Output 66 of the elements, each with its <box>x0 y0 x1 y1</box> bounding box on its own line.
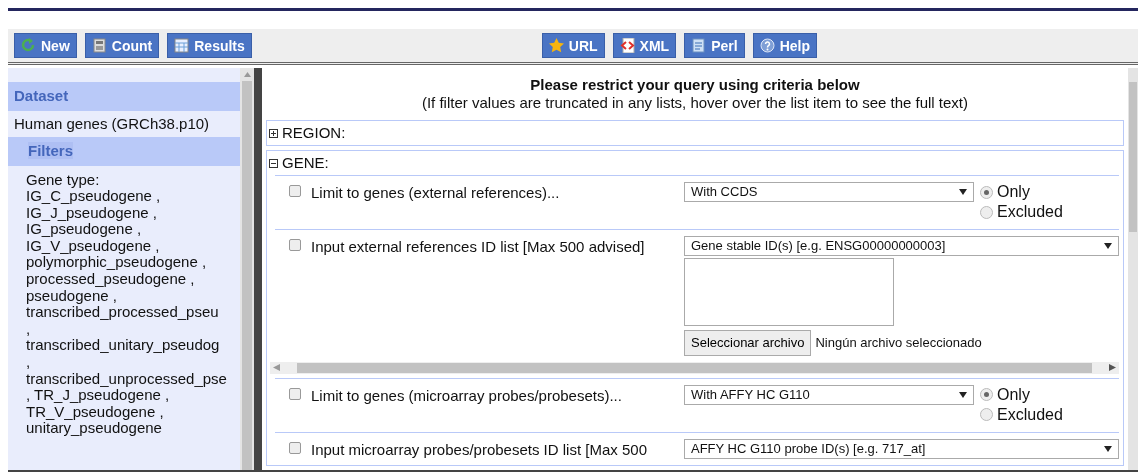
horizontal-scrollbar[interactable] <box>270 361 1119 374</box>
filter-value: polymorphic_pseudogene , <box>26 254 208 272</box>
checkbox[interactable] <box>289 185 301 197</box>
toolbar-button[interactable]: Perl <box>684 33 745 58</box>
page-title: Please restrict your query using criteria below <box>529 76 861 94</box>
refresh-icon <box>21 38 36 53</box>
dataset-name: Human genes (GRCh38.p10) <box>13 113 211 134</box>
filter-value: , <box>26 354 32 371</box>
dropdown-caret-icon <box>1104 243 1112 249</box>
filter-value: pseudogene , <box>26 287 117 305</box>
radio-option[interactable]: Excluded <box>980 202 1063 222</box>
select-field[interactable]: Gene stable ID(s) [e.g. ENSG00000000003] <box>684 236 1119 256</box>
select-field[interactable]: With CCDS <box>684 182 974 202</box>
scroll-left-icon[interactable] <box>273 364 280 371</box>
checkbox[interactable] <box>289 441 301 454</box>
calculator-icon <box>91 38 107 53</box>
filter-label: Input microarray probes/probesets ID list [Max 500 <box>311 439 647 460</box>
filter-value: , <box>26 320 31 338</box>
filter-label: Limit to genes (external references)... <box>311 183 560 203</box>
filter-value: Gene type: <box>26 171 101 189</box>
dropdown-caret-icon <box>959 391 967 398</box>
toolbar-button[interactable]: Results <box>167 33 252 58</box>
checkbox[interactable] <box>289 239 301 251</box>
file-button[interactable]: Seleccionar archivo <box>684 330 812 356</box>
filter-value: IG_pseudogene , <box>26 221 142 238</box>
page-subtitle: (If filter values are truncated in any lists, hover over the list item to see the full text) <box>420 94 970 112</box>
filter-value: , TR_J_pseudogene , <box>26 387 170 404</box>
select-field[interactable]: AFFY HC G110 probe ID(s) [e.g. 717_at] <box>684 438 1119 459</box>
scrollbar[interactable] <box>240 68 254 470</box>
toolbar-button[interactable]: Help <box>752 33 817 58</box>
filter-label: Input external references ID list [Max 500 advised] <box>311 237 645 257</box>
scrollbar[interactable] <box>1128 68 1138 470</box>
filter-value: transcribed_processed_pseu <box>26 304 220 321</box>
text-area[interactable] <box>684 258 894 326</box>
file-status: Ningún archivo seleccionado <box>815 334 982 352</box>
dropdown-caret-icon <box>1104 445 1112 452</box>
toolbar-button[interactable]: URL <box>541 33 605 58</box>
dropdown-caret-icon <box>959 189 967 195</box>
radio-option[interactable]: Only <box>980 384 1063 405</box>
toolbar-button[interactable]: XML <box>612 33 677 58</box>
collapse-icon[interactable] <box>269 158 278 168</box>
filter-value: IG_V_pseudogene , <box>26 237 161 255</box>
filter-value: transcribed_unprocessed_pse <box>26 370 228 388</box>
select-field[interactable]: With AFFY HC G110 <box>684 384 974 405</box>
star-icon <box>548 38 564 53</box>
toolbar-button[interactable]: Count <box>84 33 160 58</box>
radio-option[interactable]: Excluded <box>980 404 1063 425</box>
toolbar-button[interactable]: New <box>14 33 77 58</box>
scroll-up-icon[interactable] <box>243 72 251 77</box>
script-icon <box>691 38 707 53</box>
filter-label: Limit to genes (microarray probes/probesets)... <box>311 385 622 406</box>
filter-value: processed_pseudogene , <box>26 271 196 288</box>
filter-value: TR_V_pseudogene , <box>26 403 165 421</box>
section-title[interactable]: REGION: <box>282 121 346 145</box>
code-icon <box>619 38 635 53</box>
filter-value: IG_J_pseudogene , <box>26 204 158 222</box>
filter-value: IG_C_pseudogene , <box>26 188 162 205</box>
checkbox[interactable] <box>289 387 301 400</box>
radio-option[interactable]: Only <box>980 182 1063 202</box>
filter-value: transcribed_unitary_pseudog <box>26 337 221 355</box>
help-icon <box>759 38 775 53</box>
scroll-right-icon[interactable] <box>1109 364 1116 371</box>
expand-icon[interactable] <box>269 128 278 138</box>
table-icon <box>174 38 190 53</box>
section-title[interactable]: GENE: <box>282 151 329 175</box>
filter-value: unitary_pseudogene <box>26 420 163 437</box>
